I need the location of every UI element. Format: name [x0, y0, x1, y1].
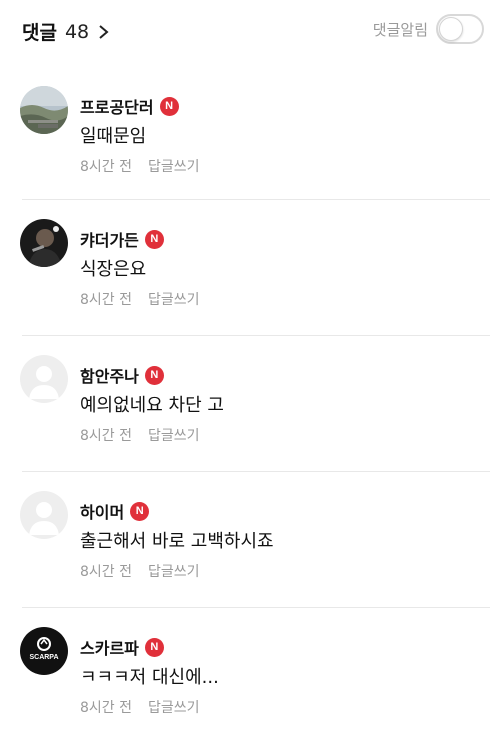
- comment-author[interactable]: 하이머: [80, 499, 124, 523]
- comment-author[interactable]: 프로공단러: [80, 94, 154, 118]
- person-photo-icon: [20, 219, 68, 267]
- comments-title-button[interactable]: 댓글 48: [22, 18, 111, 45]
- comment-author-row: 프로공단러 N: [80, 94, 179, 118]
- toggle-knob: [439, 17, 463, 41]
- comment-time: 8시간 전: [80, 159, 132, 175]
- comments-count: 48: [64, 20, 90, 43]
- reply-button[interactable]: 답글쓰기: [148, 697, 200, 717]
- reply-button[interactable]: 답글쓰기: [148, 289, 200, 309]
- svg-text:SCARPA: SCARPA: [29, 654, 58, 661]
- comment-author[interactable]: 스카르파: [80, 635, 139, 659]
- comment-author-row: 하이머 N: [80, 499, 150, 523]
- comment-meta: 8시간 전 답글쓰기: [80, 425, 200, 445]
- divider: [22, 335, 490, 336]
- new-badge: N: [144, 365, 164, 385]
- avatar[interactable]: SCARPA: [20, 627, 68, 675]
- comment-notification-label: 댓글알림: [372, 20, 428, 39]
- comment-meta: 8시간 전 답글쓰기: [80, 561, 200, 581]
- comment-text: ㅋㅋㅋ저 대신에...: [80, 667, 219, 688]
- comment-time: 8시간 전: [80, 428, 132, 444]
- avatar[interactable]: [20, 219, 68, 267]
- comment-notification-toggle[interactable]: [436, 14, 484, 44]
- new-badge: N: [144, 229, 164, 249]
- comment-author-row: 캬더가든 N: [80, 227, 164, 251]
- chevron-right-icon: [99, 24, 109, 39]
- avatar[interactable]: [20, 355, 68, 403]
- divider: [22, 471, 490, 472]
- comment-author-row: 스카르파 N: [80, 635, 164, 659]
- new-badge: N: [159, 96, 179, 116]
- default-profile-icon: [20, 491, 68, 539]
- comment-author-row: 함안주나 N: [80, 363, 164, 387]
- comment-author[interactable]: 함안주나: [80, 363, 139, 387]
- comment-text: 일때문임: [80, 126, 147, 147]
- comment-time: 8시간 전: [80, 564, 132, 580]
- default-profile-icon: [20, 355, 68, 403]
- comment-meta: 8시간 전 답글쓰기: [80, 156, 200, 176]
- divider: [22, 607, 490, 608]
- reply-button[interactable]: 답글쓰기: [148, 561, 200, 581]
- comments-title: 댓글: [22, 22, 57, 44]
- comment-author[interactable]: 캬더가든: [80, 227, 139, 251]
- comment-time: 8시간 전: [80, 700, 132, 716]
- reply-button[interactable]: 답글쓰기: [148, 425, 200, 445]
- comment-meta: 8시간 전 답글쓰기: [80, 289, 200, 309]
- comment-notification[interactable]: 댓글알림: [373, 14, 484, 44]
- comment-text: 식장은요: [80, 259, 147, 280]
- comment-meta: 8시간 전 답글쓰기: [80, 697, 200, 717]
- comment-time: 8시간 전: [80, 292, 132, 308]
- new-badge: N: [130, 501, 150, 521]
- avatar[interactable]: [20, 86, 68, 134]
- new-badge: N: [144, 637, 164, 657]
- comment-text: 출근해서 바로 고백하시죠: [80, 531, 274, 552]
- comment-text: 예의없네요 차단 고: [80, 395, 224, 416]
- landscape-photo-icon: [20, 86, 68, 134]
- reply-button[interactable]: 답글쓰기: [148, 156, 200, 176]
- comments-header: 댓글 48 댓글알림: [0, 0, 498, 64]
- avatar[interactable]: [20, 491, 68, 539]
- divider: [22, 199, 490, 200]
- scarpa-logo-icon: SCARPA: [20, 627, 68, 675]
